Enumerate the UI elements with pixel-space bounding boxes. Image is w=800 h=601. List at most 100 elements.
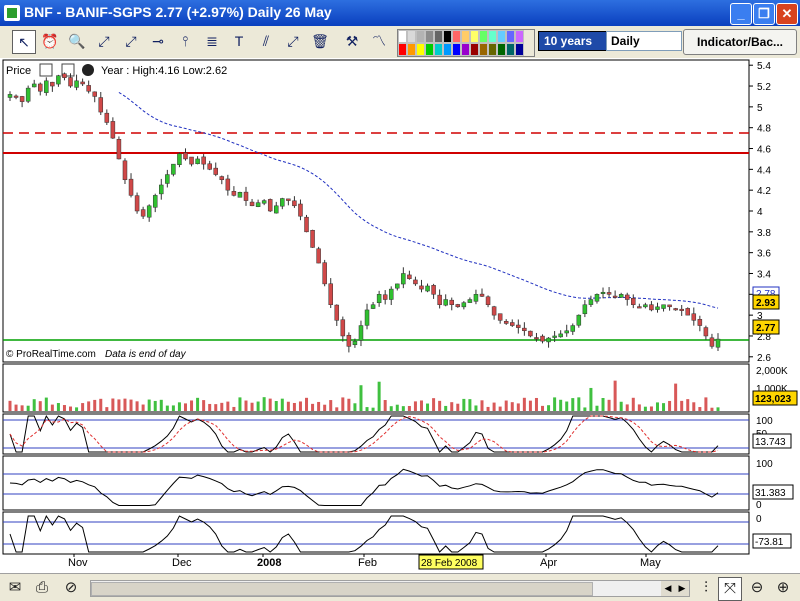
palette-swatch[interactable] bbox=[461, 30, 470, 43]
volume-bar bbox=[208, 403, 212, 411]
volume-bar bbox=[69, 406, 73, 411]
candle-body bbox=[134, 195, 140, 212]
palette-swatch[interactable] bbox=[452, 43, 461, 56]
oscillator-panel[interactable] bbox=[2, 455, 750, 511]
volume-bar bbox=[680, 400, 684, 411]
trash-icon[interactable]: 🗑 bbox=[309, 30, 331, 52]
candle-body bbox=[80, 81, 85, 85]
x-axis-label: 2008 bbox=[257, 557, 281, 569]
palette-swatch[interactable] bbox=[497, 30, 506, 43]
indicator-button[interactable]: Indicator/Bac... bbox=[683, 29, 797, 55]
minimize-button[interactable]: _ bbox=[730, 3, 752, 25]
trendline-icon[interactable]: ⤢ bbox=[93, 30, 115, 52]
palette-swatch[interactable] bbox=[398, 30, 407, 43]
candle-body bbox=[582, 304, 588, 315]
maximize-button[interactable]: ❐ bbox=[753, 3, 775, 25]
zoom-out-icon[interactable]: ⊖ bbox=[746, 577, 768, 599]
palette-swatch[interactable] bbox=[470, 43, 479, 56]
candle-body bbox=[534, 337, 539, 340]
candle-body bbox=[364, 309, 370, 326]
vertical-line-icon[interactable]: ⫯ bbox=[174, 30, 196, 52]
palette-swatch[interactable] bbox=[434, 43, 443, 56]
palette-swatch[interactable] bbox=[506, 30, 515, 43]
volume-bar bbox=[577, 397, 581, 411]
interval-field[interactable]: Daily bbox=[606, 31, 682, 51]
palette-swatch[interactable] bbox=[461, 43, 470, 56]
palette-swatch[interactable] bbox=[434, 30, 443, 43]
candle-body bbox=[449, 299, 454, 305]
charts-area[interactable]: Price Year : High:4.16 Low:2.62 © ProRea… bbox=[0, 58, 800, 573]
volume-panel[interactable] bbox=[2, 363, 750, 413]
candle-body bbox=[243, 191, 249, 201]
candle-body bbox=[104, 112, 110, 123]
close-panel-icon[interactable] bbox=[82, 64, 94, 76]
zoom-in-icon[interactable]: ⊕ bbox=[772, 577, 794, 599]
autoscale-icon[interactable]: ⤧ bbox=[718, 577, 742, 601]
close-button[interactable]: ✕ bbox=[776, 3, 798, 25]
volume-bar bbox=[317, 401, 321, 411]
candle-body bbox=[618, 294, 624, 298]
tools-icon[interactable]: ⚒ bbox=[341, 30, 363, 52]
price-tick-label: 5.4 bbox=[757, 61, 771, 72]
scroll-right-arrow[interactable]: ▶ bbox=[675, 581, 689, 596]
candle-body bbox=[407, 274, 412, 279]
candle-body bbox=[709, 337, 715, 347]
volume-bar bbox=[244, 400, 248, 411]
palette-swatch[interactable] bbox=[407, 30, 416, 43]
volume-bar bbox=[419, 400, 423, 411]
volume-bar bbox=[492, 402, 496, 411]
parallel-lines-icon[interactable]: ⤢ bbox=[282, 30, 304, 52]
chart-type-icon[interactable]: ⫶ bbox=[695, 577, 717, 599]
volume-bar bbox=[14, 404, 18, 411]
period-button[interactable]: 10 years bbox=[538, 31, 608, 51]
palette-swatch[interactable] bbox=[425, 30, 434, 43]
candle-body bbox=[116, 139, 122, 160]
wrench-icon[interactable] bbox=[39, 63, 53, 77]
palette-swatch[interactable] bbox=[515, 43, 524, 56]
scroll-thumb[interactable] bbox=[91, 582, 593, 596]
volume-bar bbox=[93, 399, 97, 411]
volume-bar bbox=[498, 406, 502, 411]
palette-swatch[interactable] bbox=[452, 30, 461, 43]
wr-tag-text: -73.81 bbox=[755, 537, 784, 548]
print-icon[interactable]: ⎙ bbox=[31, 577, 53, 599]
candle-body bbox=[715, 338, 721, 348]
palette-swatch[interactable] bbox=[407, 43, 416, 56]
palette-swatch[interactable] bbox=[488, 43, 497, 56]
cursor-icon[interactable]: ↖ bbox=[12, 30, 36, 54]
scroll-left-arrow[interactable]: ◀ bbox=[661, 581, 675, 596]
palette-swatch[interactable] bbox=[506, 43, 515, 56]
palette-swatch[interactable] bbox=[488, 30, 497, 43]
candle-body bbox=[346, 334, 352, 347]
price-tick-label: 5 bbox=[757, 103, 763, 114]
volume-bar bbox=[395, 404, 399, 411]
candle-body bbox=[703, 327, 709, 337]
color-palette[interactable] bbox=[397, 29, 535, 57]
palette-swatch[interactable] bbox=[416, 30, 425, 43]
channel-icon[interactable]: ⫽ bbox=[255, 30, 277, 52]
chart-style-icon[interactable]: 〽 bbox=[368, 30, 390, 52]
price-panel[interactable] bbox=[2, 59, 750, 363]
horizontal-line-icon[interactable]: ⊸ bbox=[147, 30, 169, 52]
mail-icon[interactable]: ✉ bbox=[4, 577, 26, 599]
palette-swatch[interactable] bbox=[398, 43, 407, 56]
palette-swatch[interactable] bbox=[497, 43, 506, 56]
no-sound-icon[interactable]: ⊘ bbox=[60, 577, 82, 599]
alarm-icon[interactable]: ⏰ bbox=[39, 30, 61, 52]
palette-swatch[interactable] bbox=[416, 43, 425, 56]
fibonacci-icon[interactable]: ≣ bbox=[201, 30, 223, 52]
palette-swatch[interactable] bbox=[515, 30, 524, 43]
volume-bar bbox=[135, 401, 139, 411]
candle-body bbox=[540, 335, 545, 342]
palette-swatch[interactable] bbox=[443, 30, 452, 43]
chart-canvas[interactable]: Price Year : High:4.16 Low:2.62 © ProRea… bbox=[0, 58, 800, 573]
zoom-icon[interactable]: 🔍 bbox=[66, 30, 88, 52]
palette-swatch[interactable] bbox=[479, 30, 488, 43]
palette-swatch[interactable] bbox=[425, 43, 434, 56]
horizontal-scrollbar[interactable]: ◀ ▶ bbox=[90, 580, 690, 597]
palette-swatch[interactable] bbox=[470, 30, 479, 43]
ray-icon[interactable]: ⤢ bbox=[120, 30, 142, 52]
text-icon[interactable]: T bbox=[228, 30, 250, 52]
palette-swatch[interactable] bbox=[479, 43, 488, 56]
palette-swatch[interactable] bbox=[443, 43, 452, 56]
